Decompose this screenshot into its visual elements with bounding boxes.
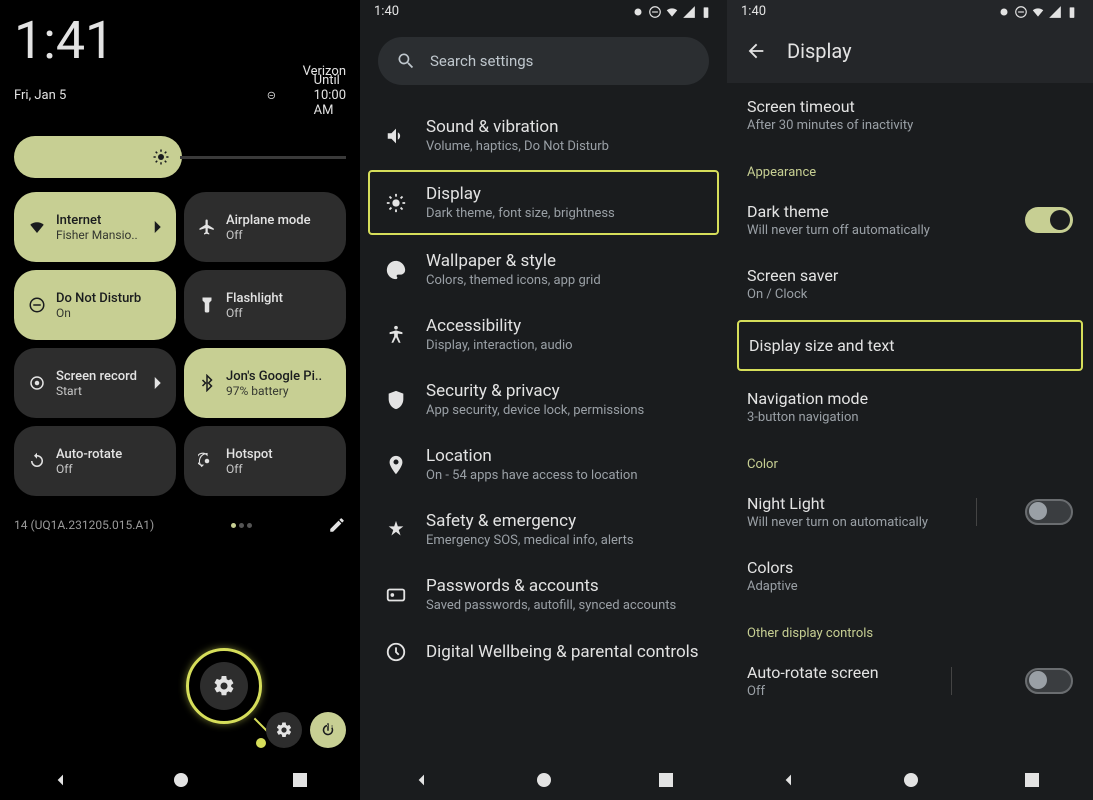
palette-icon	[385, 259, 407, 281]
settings-list-screen: 1:40 Sound & vibrationVolume, haptics, D…	[360, 0, 727, 800]
back-icon[interactable]	[53, 772, 69, 788]
other-controls-label: Other display controls	[747, 608, 1073, 649]
date-label: Fri, Jan 5	[14, 88, 66, 103]
clock: 1:41	[0, 0, 360, 71]
battery-icon	[302, 91, 311, 100]
settings-item-key[interactable]: Passwords & accountsSaved passwords, aut…	[360, 562, 727, 627]
night-light-toggle[interactable]	[1025, 499, 1073, 525]
home-icon[interactable]	[904, 773, 918, 787]
vibrate-icon	[255, 91, 264, 100]
location-icon	[385, 454, 407, 476]
page-title: Display	[787, 39, 852, 63]
volume-icon	[385, 125, 407, 147]
power-button[interactable]	[310, 712, 346, 748]
wifi-icon	[278, 91, 287, 100]
nav-bar	[727, 760, 1093, 800]
dnd-status-icon	[267, 91, 276, 100]
screen-timeout-row[interactable]: Screen timeoutAfter 30 minutes of inacti…	[747, 83, 1073, 147]
recent-icon[interactable]	[1025, 773, 1039, 787]
search-settings[interactable]	[378, 37, 709, 85]
screen-saver-row[interactable]: Screen saverOn / Clock	[747, 252, 1073, 316]
night-light-row[interactable]: Night LightWill never turn on automatica…	[747, 480, 1073, 544]
chevron-right-icon	[148, 374, 166, 392]
search-input[interactable]	[430, 52, 691, 70]
signal-icon	[290, 91, 299, 100]
dnd-until-label: Until 10:00 AM	[314, 73, 346, 118]
status-icons	[997, 5, 1079, 19]
settings-item-accessibility[interactable]: AccessibilityDisplay, interaction, audio	[360, 302, 727, 367]
display-header: Display	[727, 23, 1093, 83]
tile-record[interactable]: Screen recordStart	[14, 348, 176, 418]
wifi-icon	[28, 218, 46, 236]
navigation-mode-row[interactable]: Navigation mode3-button navigation	[747, 375, 1073, 439]
nav-bar	[360, 760, 727, 800]
brightness-icon	[152, 148, 170, 166]
tile-wifi[interactable]: InternetFisher Mansio..	[14, 192, 176, 262]
settings-item-palette[interactable]: Wallpaper & styleColors, themed icons, a…	[360, 237, 727, 302]
bluetooth-icon	[198, 374, 216, 392]
gear-icon	[212, 674, 236, 698]
brightness-slider[interactable]	[14, 136, 346, 178]
rotate-icon	[28, 452, 46, 470]
auto-rotate-toggle[interactable]	[1025, 668, 1073, 694]
status-time: 1:40	[374, 4, 399, 19]
dnd-icon	[28, 296, 46, 314]
recent-icon[interactable]	[659, 773, 673, 787]
colors-row[interactable]: ColorsAdaptive	[747, 544, 1073, 608]
emergency-icon	[385, 519, 407, 541]
status-time: 1:40	[741, 4, 766, 19]
gear-icon	[275, 721, 293, 739]
tile-rotate[interactable]: Auto-rotateOff	[14, 426, 176, 496]
back-icon[interactable]	[414, 772, 430, 788]
tile-hotspot[interactable]: HotspotOff	[184, 426, 346, 496]
dark-theme-toggle[interactable]	[1025, 207, 1073, 233]
appearance-label: Appearance	[747, 147, 1073, 188]
back-icon[interactable]	[781, 772, 797, 788]
settings-item-volume[interactable]: Sound & vibrationVolume, haptics, Do Not…	[360, 103, 727, 168]
search-icon	[396, 51, 416, 71]
tile-bluetooth[interactable]: Jon's Google Pi..97% battery	[184, 348, 346, 418]
color-label: Color	[747, 439, 1073, 480]
build-number: 14 (UQ1A.231205.015.A1)	[14, 518, 154, 532]
key-icon	[385, 584, 407, 606]
brightness-icon	[385, 192, 407, 214]
page-indicator	[231, 523, 252, 528]
wellbeing-icon	[385, 641, 407, 663]
auto-rotate-row[interactable]: Auto-rotate screenOff	[747, 649, 1073, 713]
tile-flashlight[interactable]: FlashlightOff	[184, 270, 346, 340]
chevron-right-icon	[148, 218, 166, 236]
flashlight-icon	[198, 296, 216, 314]
home-icon[interactable]	[174, 773, 188, 787]
tile-dnd[interactable]: Do Not DisturbOn	[14, 270, 176, 340]
status-icons: Until 10:00 AM	[243, 73, 346, 118]
power-icon	[319, 721, 337, 739]
accessibility-icon	[385, 324, 407, 346]
settings-item-brightness[interactable]: DisplayDark theme, font size, brightness	[368, 170, 719, 235]
settings-button-large[interactable]	[200, 662, 248, 710]
dark-theme-row[interactable]: Dark themeWill never turn off automatica…	[747, 188, 1073, 252]
home-icon[interactable]	[537, 773, 551, 787]
hotspot-icon	[198, 452, 216, 470]
record-icon	[28, 374, 46, 392]
back-arrow-icon[interactable]	[745, 40, 767, 62]
edit-icon[interactable]	[328, 516, 346, 534]
airplane-icon	[198, 218, 216, 236]
display-settings-screen: 1:40 Display Screen timeoutAfter 30 minu…	[727, 0, 1093, 800]
alarm-icon	[243, 91, 252, 100]
settings-item-location[interactable]: LocationOn - 54 apps have access to loca…	[360, 432, 727, 497]
settings-item-shield[interactable]: Security & privacyApp security, device l…	[360, 367, 727, 432]
settings-item-wellbeing[interactable]: Digital Wellbeing & parental controls	[360, 627, 727, 677]
nav-bar	[0, 760, 360, 800]
settings-button[interactable]	[266, 712, 302, 748]
shield-icon	[385, 389, 407, 411]
display-size-text-row[interactable]: Display size and text	[737, 320, 1083, 371]
status-icons	[631, 5, 713, 19]
carrier-label: Verizon	[303, 64, 346, 79]
recent-icon[interactable]	[293, 773, 307, 787]
tile-airplane[interactable]: Airplane modeOff	[184, 192, 346, 262]
settings-item-emergency[interactable]: Safety & emergencyEmergency SOS, medical…	[360, 497, 727, 562]
quick-settings-panel: 1:41 Verizon Fri, Jan 5 Until 10:00 AM I…	[0, 0, 360, 800]
